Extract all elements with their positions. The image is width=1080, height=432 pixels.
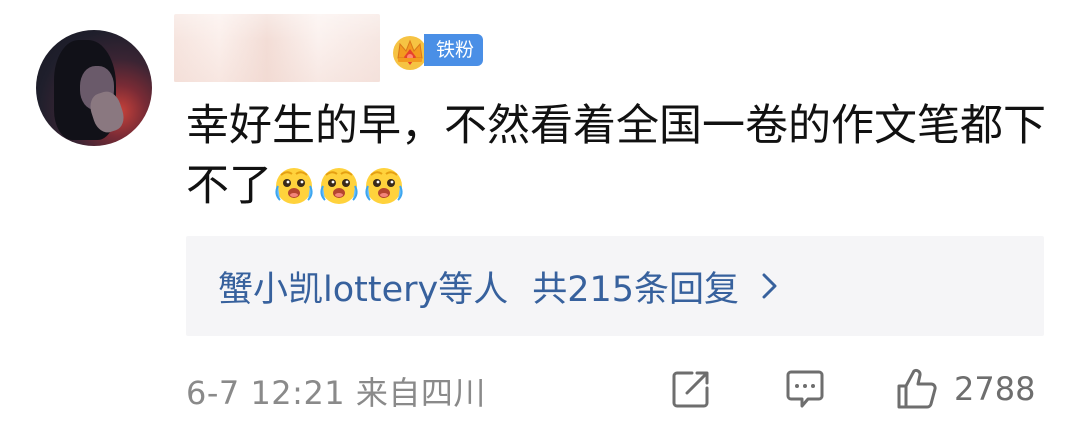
like-button[interactable]: 2788 xyxy=(894,366,1035,412)
user-avatar[interactable] xyxy=(36,30,152,146)
comment-card: 铁粉 幸好生的早，不然看着全国一卷的作文笔都下不了 蟹小凯lottery等人 共… xyxy=(0,0,1080,432)
share-icon xyxy=(672,371,709,408)
share-button[interactable] xyxy=(668,366,714,416)
chevron-right-icon[interactable] xyxy=(761,272,779,300)
comment-footer: 6-7 12:21 来自四川 2788 xyxy=(186,362,1046,418)
comment-icon xyxy=(786,370,824,408)
crying-laughing-emoji-icon xyxy=(365,168,403,204)
replies-count[interactable]: 共215条回复 xyxy=(532,261,739,312)
username-blurred[interactable] xyxy=(174,14,380,82)
like-count: 2788 xyxy=(954,370,1036,408)
reply-button[interactable] xyxy=(782,366,828,416)
comment-text: 幸好生的早，不然看着全国一卷的作文笔都下不了 xyxy=(186,96,1056,222)
timestamp: 6-7 12:21 来自四川 xyxy=(186,374,486,412)
replies-preview[interactable]: 蟹小凯lottery等人 共215条回复 xyxy=(186,236,1044,336)
crying-laughing-emoji-icon xyxy=(275,168,313,204)
crying-laughing-emoji-icon xyxy=(320,168,358,204)
fan-badge[interactable]: 铁粉 xyxy=(424,34,484,66)
thumbs-up-icon xyxy=(897,368,937,409)
emoji-group xyxy=(272,162,407,222)
replies-authors[interactable]: 蟹小凯lottery等人 xyxy=(218,261,508,312)
